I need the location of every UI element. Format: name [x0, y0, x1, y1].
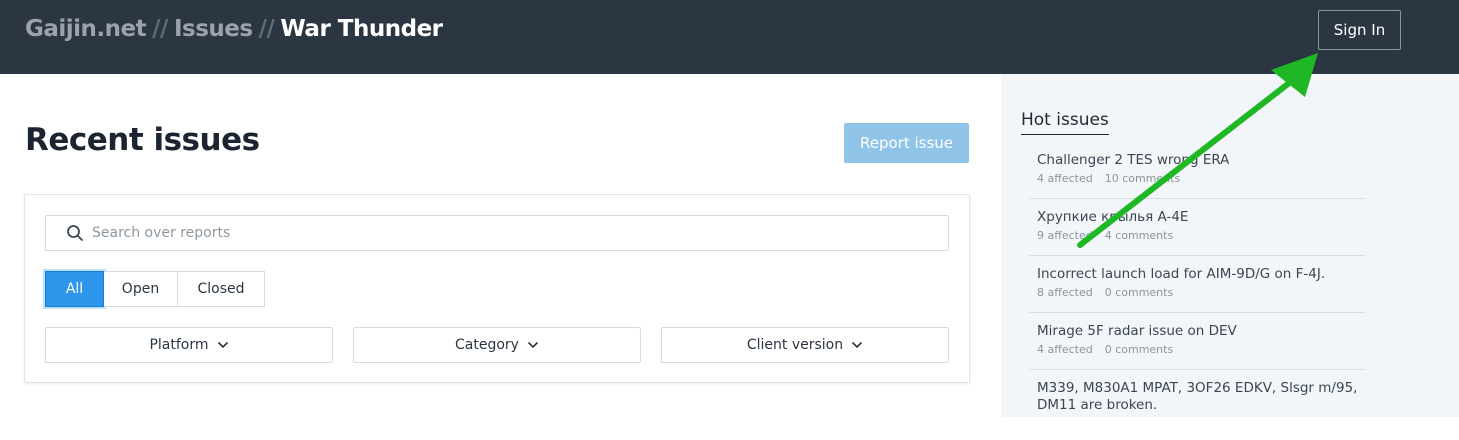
issues-filter-card: All Open Closed Platform Category Client…	[24, 194, 970, 383]
hot-issue-title[interactable]: Challenger 2 TES wrong ERA	[1037, 152, 1365, 169]
page-title: Recent issues	[25, 122, 260, 158]
hot-issue-title[interactable]: Incorrect launch load for AIM-9D/G on F-…	[1037, 266, 1365, 283]
tab-all[interactable]: All	[45, 271, 104, 307]
hot-issue-item[interactable]: Incorrect launch load for AIM-9D/G on F-…	[1029, 256, 1365, 313]
breadcrumb-issues[interactable]: Issues	[174, 16, 253, 42]
top-navbar: Gaijin.net//Issues//War Thunder Sign In	[0, 0, 1459, 74]
search-input[interactable]	[92, 225, 892, 241]
search-icon	[66, 224, 84, 242]
hot-issues-title: Hot issues	[1021, 110, 1109, 135]
client-version-dropdown[interactable]: Client version	[661, 327, 949, 363]
affected-count: 4 affected	[1037, 172, 1093, 185]
tab-open[interactable]: Open	[104, 271, 178, 307]
report-issue-button[interactable]: Report issue	[844, 123, 969, 163]
hot-issue-meta: 8 affected 0 comments	[1037, 286, 1365, 299]
hot-issues-list: Challenger 2 TES wrong ERA 4 affected 10 …	[1029, 142, 1365, 440]
status-tabs: All Open Closed	[45, 271, 265, 307]
breadcrumb-gaijin[interactable]: Gaijin.net	[25, 16, 147, 42]
comment-count: 4 comments	[1104, 229, 1174, 242]
hot-issue-meta: 4 affected 10 comments	[1037, 172, 1365, 185]
hot-issue-item[interactable]: Хрупкие крылья A-4E 9 affected 4 comments	[1029, 199, 1365, 256]
filter-row: Platform Category Client version	[45, 327, 949, 363]
platform-dropdown[interactable]: Platform	[45, 327, 333, 363]
chevron-down-icon	[851, 341, 863, 349]
hot-issue-meta: 4 affected 0 comments	[1037, 343, 1365, 356]
hot-issue-title[interactable]: Mirage 5F radar issue on DEV	[1037, 323, 1365, 340]
hot-issue-item[interactable]: Mirage 5F radar issue on DEV 4 affected 0…	[1029, 313, 1365, 370]
breadcrumb: Gaijin.net//Issues//War Thunder	[25, 16, 443, 42]
breadcrumb-separator: //	[152, 16, 168, 42]
client-version-dropdown-label: Client version	[746, 337, 844, 353]
hot-issue-title[interactable]: Хрупкие крылья A-4E	[1037, 209, 1365, 226]
affected-count: 8 affected	[1037, 286, 1093, 299]
hot-issue-item[interactable]: Challenger 2 TES wrong ERA 4 affected 10 …	[1029, 142, 1365, 199]
hot-issue-meta: 9 affected 4 comments	[1037, 229, 1365, 242]
comment-count: 10 comments	[1104, 172, 1181, 185]
chevron-down-icon	[527, 341, 539, 349]
search-box[interactable]	[45, 215, 949, 251]
comment-count: 0 comments	[1104, 286, 1174, 299]
hot-issues-sidebar: Hot issues Challenger 2 TES wrong ERA 4 …	[1001, 74, 1459, 417]
affected-count: 4 affected	[1037, 343, 1093, 356]
breadcrumb-war-thunder[interactable]: War Thunder	[280, 16, 443, 42]
platform-dropdown-label: Platform	[149, 337, 209, 353]
category-dropdown[interactable]: Category	[353, 327, 641, 363]
comment-count: 0 comments	[1104, 343, 1174, 356]
hot-issue-item[interactable]: M339, M830A1 MPAT, 3OF26 EDKV, Slsgr m/9…	[1029, 370, 1365, 440]
chevron-down-icon	[217, 341, 229, 349]
category-dropdown-label: Category	[455, 337, 519, 353]
breadcrumb-separator: //	[258, 16, 275, 42]
hot-issue-title[interactable]: M339, M830A1 MPAT, 3OF26 EDKV, Slsgr m/9…	[1037, 380, 1365, 414]
sign-in-button[interactable]: Sign In	[1318, 10, 1401, 50]
tab-closed[interactable]: Closed	[178, 271, 265, 307]
affected-count: 9 affected	[1037, 229, 1093, 242]
